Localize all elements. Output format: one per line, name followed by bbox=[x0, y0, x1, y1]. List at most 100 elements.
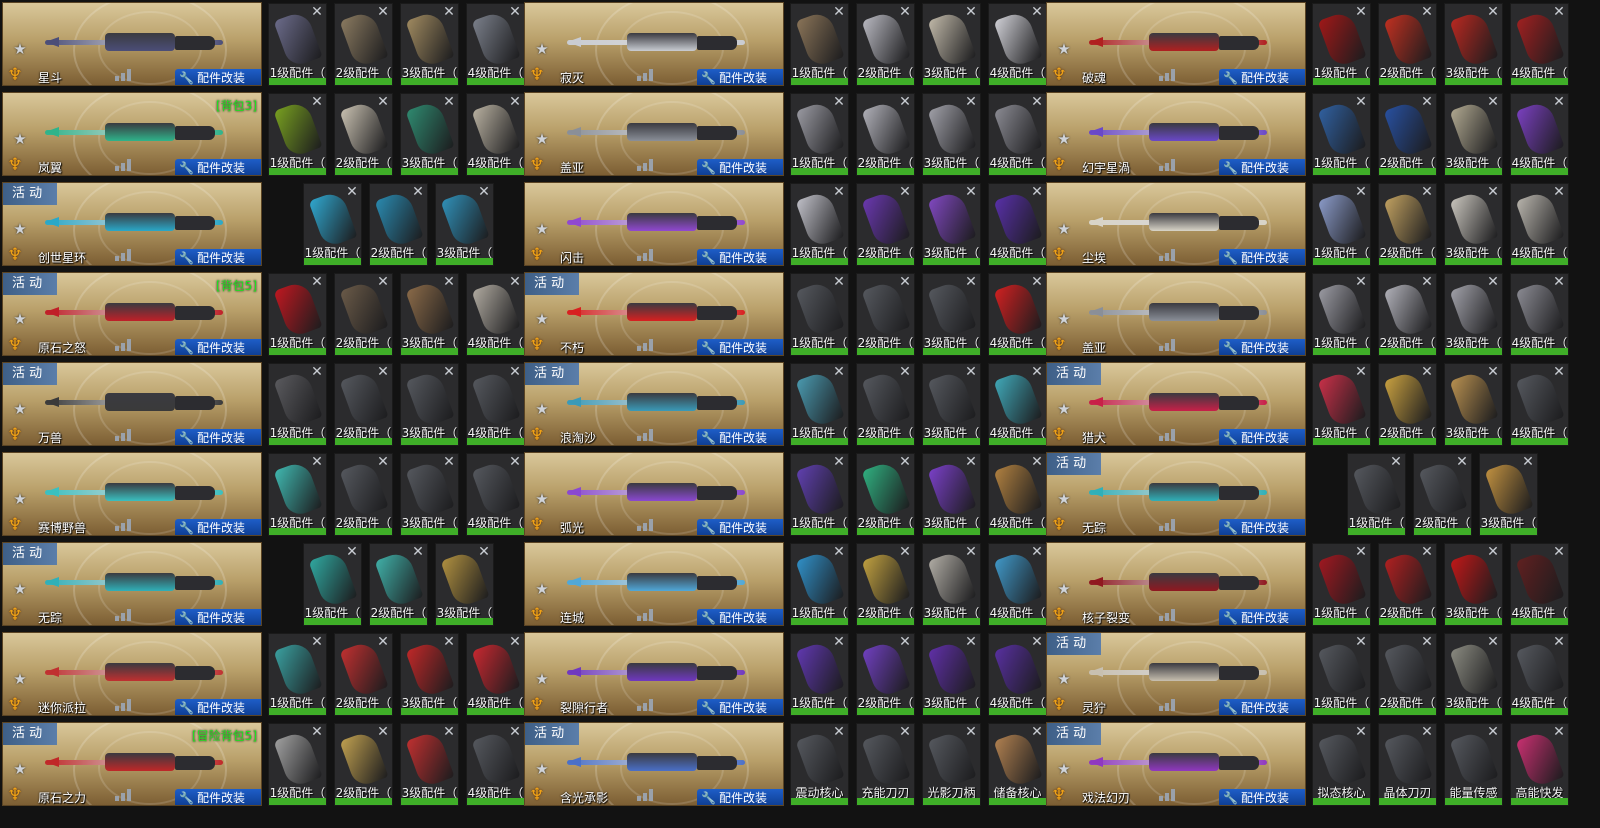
close-icon[interactable]: ✕ bbox=[442, 725, 456, 739]
weapon-card[interactable]: ★ ♆ 裂隙行者 🔧 配件改装 bbox=[524, 632, 784, 716]
weapon-card[interactable]: ★ ♆ 弧光 🔧 配件改装 bbox=[524, 452, 784, 536]
weapon-card[interactable]: ★ ♆ 猎犬 🔧 配件改装 活 动 bbox=[1046, 362, 1306, 446]
weapon-card[interactable]: ★ ♆ 浪淘沙 🔧 配件改装 活 动 bbox=[524, 362, 784, 446]
star-icon[interactable]: ★ bbox=[534, 491, 550, 507]
part-slot[interactable]: ✕ 4级配件（ bbox=[988, 453, 1047, 536]
close-icon[interactable]: ✕ bbox=[964, 725, 978, 739]
part-slot[interactable]: ✕ 3级配件（ bbox=[400, 3, 459, 86]
part-slot[interactable]: ✕ 3级配件（ bbox=[1444, 183, 1503, 266]
close-icon[interactable]: ✕ bbox=[1420, 545, 1434, 559]
close-icon[interactable]: ✕ bbox=[898, 365, 912, 379]
close-icon[interactable]: ✕ bbox=[376, 275, 390, 289]
mod-button[interactable]: 🔧 配件改装 bbox=[1219, 519, 1305, 535]
close-icon[interactable]: ✕ bbox=[442, 365, 456, 379]
part-slot[interactable]: ✕ 3级配件（ bbox=[922, 543, 981, 626]
part-slot[interactable]: ✕ 2级配件（ bbox=[334, 363, 393, 446]
close-icon[interactable]: ✕ bbox=[1420, 635, 1434, 649]
weapon-card[interactable]: ★ ♆ 无踪 🔧 配件改装 活 动 bbox=[2, 542, 262, 626]
star-icon[interactable]: ★ bbox=[12, 671, 28, 687]
mod-button[interactable]: 🔧 配件改装 bbox=[175, 789, 261, 805]
close-icon[interactable]: ✕ bbox=[376, 5, 390, 19]
star-icon[interactable]: ★ bbox=[534, 221, 550, 237]
part-slot[interactable]: ✕ 2级配件（ bbox=[1378, 3, 1437, 86]
close-icon[interactable]: ✕ bbox=[508, 635, 522, 649]
close-icon[interactable]: ✕ bbox=[1455, 455, 1469, 469]
close-icon[interactable]: ✕ bbox=[376, 635, 390, 649]
close-icon[interactable]: ✕ bbox=[442, 5, 456, 19]
star-icon[interactable]: ★ bbox=[534, 761, 550, 777]
weapon-card[interactable]: ★ ♆ 不朽 🔧 配件改装 活 动 bbox=[524, 272, 784, 356]
close-icon[interactable]: ✕ bbox=[442, 95, 456, 109]
weapon-card[interactable]: ★ ♆ 连城 🔧 配件改装 bbox=[524, 542, 784, 626]
part-slot[interactable]: ✕ 2级配件（ bbox=[1378, 93, 1437, 176]
close-icon[interactable]: ✕ bbox=[1486, 275, 1500, 289]
close-icon[interactable]: ✕ bbox=[898, 5, 912, 19]
weapon-card[interactable]: ★ ♆ 幻宇星渦 🔧 配件改装 bbox=[1046, 92, 1306, 176]
part-slot[interactable]: ✕ 1级配件（ bbox=[790, 363, 849, 446]
star-icon[interactable]: ★ bbox=[12, 491, 28, 507]
close-icon[interactable]: ✕ bbox=[508, 275, 522, 289]
part-slot[interactable]: ✕ 3级配件（ bbox=[435, 543, 494, 626]
part-slot[interactable]: ✕ 1级配件（ bbox=[1312, 273, 1371, 356]
part-slot[interactable]: ✕ 2级配件（ bbox=[1378, 183, 1437, 266]
weapon-card[interactable]: ★ ♆ 戏法幻刃 🔧 配件改装 活 动 bbox=[1046, 722, 1306, 806]
star-icon[interactable]: ★ bbox=[1056, 401, 1072, 417]
close-icon[interactable]: ✕ bbox=[898, 545, 912, 559]
part-slot[interactable]: ✕ 2级配件（ bbox=[1413, 453, 1472, 536]
close-icon[interactable]: ✕ bbox=[1521, 455, 1535, 469]
part-slot[interactable]: ✕ 充能刀刃 bbox=[856, 723, 915, 806]
part-slot[interactable]: ✕ 1级配件（ bbox=[790, 273, 849, 356]
part-slot[interactable]: ✕ 2级配件（ bbox=[856, 93, 915, 176]
part-slot[interactable]: ✕ 3级配件（ bbox=[1444, 273, 1503, 356]
part-slot[interactable]: ✕ 4级配件（ bbox=[1510, 363, 1569, 446]
close-icon[interactable]: ✕ bbox=[477, 545, 491, 559]
part-slot[interactable]: ✕ 2级配件（ bbox=[334, 273, 393, 356]
mod-button[interactable]: 🔧 配件改装 bbox=[697, 609, 783, 625]
close-icon[interactable]: ✕ bbox=[310, 275, 324, 289]
part-slot[interactable]: ✕ 拟态核心 bbox=[1312, 723, 1371, 806]
close-icon[interactable]: ✕ bbox=[345, 185, 359, 199]
star-icon[interactable]: ★ bbox=[12, 761, 28, 777]
close-icon[interactable]: ✕ bbox=[508, 725, 522, 739]
mod-button[interactable]: 🔧 配件改装 bbox=[175, 249, 261, 265]
part-slot[interactable]: ✕ 3级配件（ bbox=[1444, 3, 1503, 86]
close-icon[interactable]: ✕ bbox=[1354, 635, 1368, 649]
weapon-card[interactable]: ★ ♆ 核子裂变 🔧 配件改装 bbox=[1046, 542, 1306, 626]
close-icon[interactable]: ✕ bbox=[964, 635, 978, 649]
weapon-card[interactable]: ★ ♆ 盖亚 🔧 配件改装 bbox=[524, 92, 784, 176]
part-slot[interactable]: ✕ 4级配件（ bbox=[1510, 183, 1569, 266]
close-icon[interactable]: ✕ bbox=[442, 275, 456, 289]
star-icon[interactable]: ★ bbox=[534, 311, 550, 327]
part-slot[interactable]: ✕ 2级配件（ bbox=[369, 183, 428, 266]
close-icon[interactable]: ✕ bbox=[1552, 5, 1566, 19]
close-icon[interactable]: ✕ bbox=[1030, 185, 1044, 199]
close-icon[interactable]: ✕ bbox=[310, 635, 324, 649]
close-icon[interactable]: ✕ bbox=[508, 365, 522, 379]
part-slot[interactable]: ✕ 2级配件（ bbox=[334, 3, 393, 86]
close-icon[interactable]: ✕ bbox=[1552, 635, 1566, 649]
mod-button[interactable]: 🔧 配件改装 bbox=[175, 339, 261, 355]
mod-button[interactable]: 🔧 配件改装 bbox=[1219, 69, 1305, 85]
close-icon[interactable]: ✕ bbox=[310, 725, 324, 739]
close-icon[interactable]: ✕ bbox=[964, 455, 978, 469]
close-icon[interactable]: ✕ bbox=[1552, 185, 1566, 199]
part-slot[interactable]: ✕ 4级配件（ bbox=[466, 3, 525, 86]
close-icon[interactable]: ✕ bbox=[1030, 545, 1044, 559]
part-slot[interactable]: ✕ 3级配件（ bbox=[922, 453, 981, 536]
part-slot[interactable]: ✕ 3级配件（ bbox=[435, 183, 494, 266]
star-icon[interactable]: ★ bbox=[1056, 761, 1072, 777]
part-slot[interactable]: ✕ 2级配件（ bbox=[1378, 363, 1437, 446]
close-icon[interactable]: ✕ bbox=[310, 365, 324, 379]
part-slot[interactable]: ✕ 1级配件（ bbox=[790, 3, 849, 86]
weapon-card[interactable]: ★ ♆ 创世星环 🔧 配件改装 活 动 bbox=[2, 182, 262, 266]
close-icon[interactable]: ✕ bbox=[1354, 365, 1368, 379]
part-slot[interactable]: ✕ 4级配件（ bbox=[988, 183, 1047, 266]
star-icon[interactable]: ★ bbox=[12, 311, 28, 327]
part-slot[interactable]: ✕ 1级配件（ bbox=[790, 543, 849, 626]
mod-button[interactable]: 🔧 配件改装 bbox=[175, 429, 261, 445]
part-slot[interactable]: ✕ 3级配件（ bbox=[400, 453, 459, 536]
part-slot[interactable]: ✕ 3级配件（ bbox=[922, 93, 981, 176]
close-icon[interactable]: ✕ bbox=[898, 635, 912, 649]
part-slot[interactable]: ✕ 4级配件（ bbox=[988, 93, 1047, 176]
close-icon[interactable]: ✕ bbox=[310, 5, 324, 19]
